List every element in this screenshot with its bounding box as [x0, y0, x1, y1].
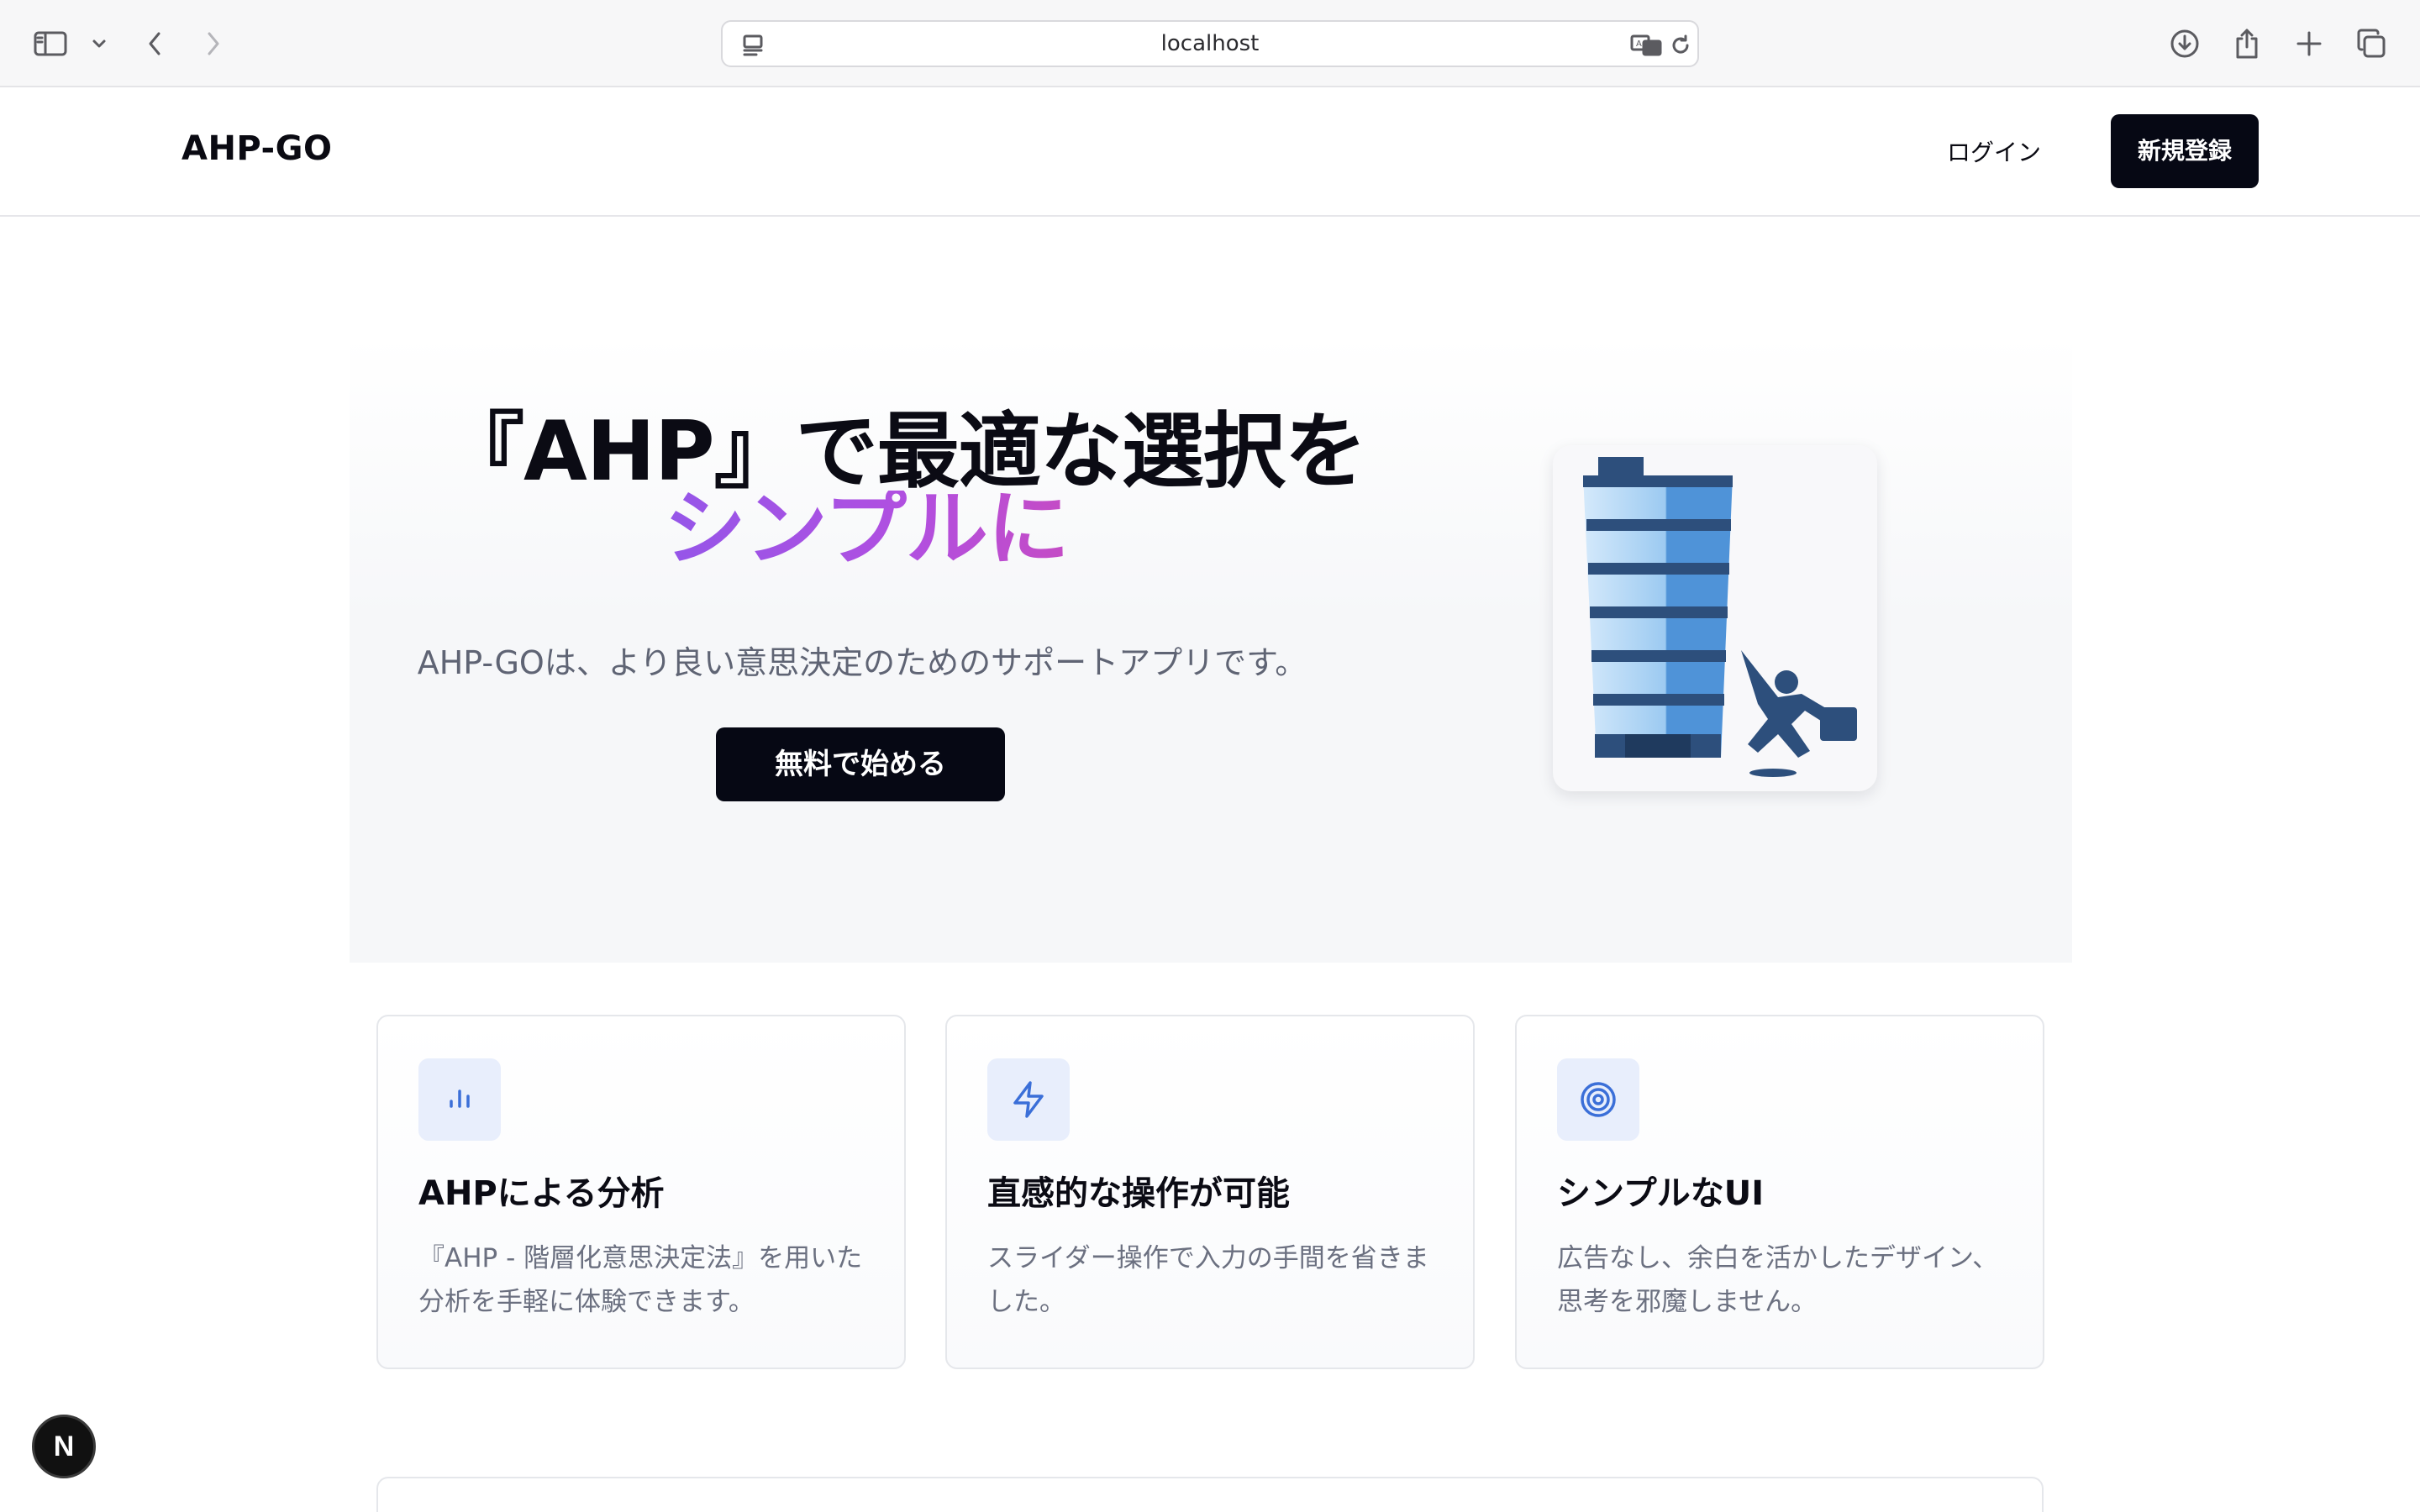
target-icon: [1557, 1058, 1639, 1141]
reload-icon[interactable]: [1662, 27, 1699, 64]
chevron-down-icon[interactable]: [81, 25, 118, 62]
site-logo[interactable]: AHP-GO: [182, 129, 332, 168]
get-started-button[interactable]: 無料で始める: [716, 727, 1005, 801]
feature-description: 広告なし、余白を活かしたデザイン、思考を邪魔しません。: [1557, 1243, 1999, 1317]
login-link[interactable]: ログイン: [1933, 133, 2055, 173]
feature-title: 直感的な操作が可能: [987, 1174, 1290, 1213]
forward-icon[interactable]: [195, 25, 232, 62]
hero-subtitle: AHP-GOは、より良い意思決定のためのサポートアプリです。: [417, 644, 1307, 681]
url-text[interactable]: localhost: [723, 22, 1697, 66]
browser-toolbar: localhost A: [0, 0, 2420, 87]
feature-title: AHPによる分析: [418, 1174, 665, 1213]
feature-description: スライダー操作で入力の手間を省きました。: [987, 1243, 1429, 1317]
download-icon[interactable]: [2166, 25, 2203, 62]
feature-title: シンプルなUI: [1557, 1174, 1765, 1213]
new-tab-icon[interactable]: [2291, 25, 2328, 62]
feature-card-simple-ui: シンプルなUI 広告なし、余白を活かしたデザイン、思考を邪魔しません。: [1515, 1015, 2044, 1369]
translate-icon[interactable]: A: [1628, 27, 1665, 64]
hero-title: 『AHP』で最適な選択を シンプルに: [442, 411, 1367, 570]
hero-title-line2: シンプルに: [442, 488, 1291, 570]
tabs-overview-icon[interactable]: [2353, 25, 2390, 62]
site-header: AHP-GO ログイン 新規登録: [0, 87, 2420, 217]
next-section-card: [376, 1477, 2044, 1512]
hero-illustration: [1553, 445, 1877, 791]
share-icon[interactable]: [2228, 25, 2265, 62]
building-jump-illustration: [1583, 457, 1857, 777]
feature-description: 『AHP - 階層化意思決定法』を用いた分析を手軽に体験できます。: [418, 1243, 863, 1317]
feature-card-intuitive: 直感的な操作が可能 スライダー操作で入力の手間を省きました。: [945, 1015, 1475, 1369]
svg-text:A: A: [1636, 39, 1642, 49]
feature-card-ahp: AHPによる分析 『AHP - 階層化意思決定法』を用いた分析を手軽に体験できま…: [376, 1015, 906, 1369]
sidebar-icon[interactable]: [32, 25, 69, 62]
bar-chart-icon: [418, 1058, 501, 1141]
signup-button[interactable]: 新規登録: [2111, 114, 2259, 188]
lightning-icon: [987, 1058, 1070, 1141]
back-icon[interactable]: [136, 25, 173, 62]
nextjs-dev-indicator[interactable]: N: [32, 1415, 96, 1478]
dev-badge-letter: N: [53, 1430, 75, 1462]
hero-section: 『AHP』で最適な選択を シンプルに AHP-GOは、より良い意思決定のためのサ…: [350, 336, 2072, 963]
address-bar[interactable]: localhost A: [721, 20, 1699, 67]
